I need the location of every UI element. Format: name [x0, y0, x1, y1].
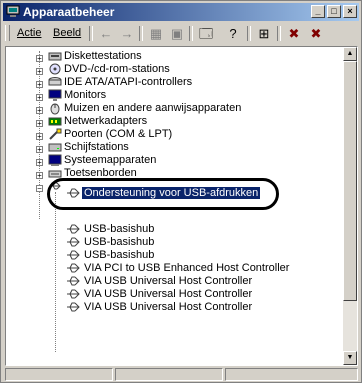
tree-item-dvd[interactable]: DVD-/cd-rom-stations [64, 63, 170, 75]
title-bar[interactable]: Apparaatbeheer _ □ × [3, 3, 359, 21]
tree-item-network[interactable]: Netwerkadapters [64, 115, 147, 127]
tree-item-via-enhanced-controller[interactable]: VIA PCI to USB Enhanced Host Controller [84, 262, 289, 274]
expand-toggle[interactable]: + [36, 172, 43, 180]
tree-child-line [55, 192, 56, 352]
disable-icon[interactable]: ✖ [307, 26, 325, 42]
tree-item-via-universal-controller[interactable]: VIA USB Universal Host Controller [84, 288, 252, 300]
status-panel [225, 368, 358, 381]
expand-toggle[interactable]: + [36, 120, 43, 128]
tree-item-disks[interactable]: Schijfstations [64, 141, 129, 153]
tree-item-via-universal-controller[interactable]: VIA USB Universal Host Controller [84, 301, 252, 313]
scroll-down-icon[interactable]: ▼ [343, 351, 357, 365]
device-manager-window: Apparaatbeheer _ □ × Actie Beeld ← → ▦ ▣… [0, 0, 362, 383]
usb-device-icon [67, 237, 80, 247]
view-icon[interactable]: ▣ [168, 26, 186, 42]
tree-item-usb-hub[interactable]: USB-basishub [84, 236, 154, 248]
tree-item-ide[interactable]: IDE ATA/ATAPI-controllers [64, 76, 192, 88]
status-panel [5, 368, 113, 381]
disk-drive-icon [48, 143, 62, 152]
menu-toolbar: Actie Beeld ← → ▦ ▣ 🗔 ? ⊞ ✖ ✖ [5, 23, 359, 43]
remove-icon[interactable]: ✖ [285, 26, 303, 42]
tree-item-usb-hub[interactable]: USB-basishub [84, 249, 154, 261]
usb-device-icon [67, 302, 80, 312]
tree-item-ports[interactable]: Poorten (COM & LPT) [64, 128, 172, 140]
usb-device-icon [67, 250, 80, 260]
minimize-button[interactable]: _ [311, 5, 325, 18]
maximize-button[interactable]: □ [327, 5, 341, 18]
toolbar-separator [247, 26, 251, 41]
system-device-icon [48, 154, 62, 166]
window-title: Apparaatbeheer [23, 5, 115, 19]
usb-device-icon [67, 289, 80, 299]
tree-item-diskettestations[interactable]: Diskettestations [64, 50, 142, 62]
expand-toggle[interactable]: + [36, 159, 43, 167]
close-button[interactable]: × [343, 5, 357, 18]
menu-beeld-label: Beeld [53, 27, 82, 39]
expand-toggle[interactable]: + [36, 133, 43, 141]
collapse-toggle[interactable]: − [36, 185, 43, 193]
expand-toggle[interactable]: + [36, 94, 43, 102]
toolbar-separator [277, 26, 281, 41]
forward-arrow-icon[interactable]: → [118, 26, 136, 42]
menu-beeld[interactable]: Beeld [53, 27, 81, 39]
status-panel [115, 368, 223, 381]
monitor-icon [48, 89, 62, 101]
toolbar-separator [139, 26, 143, 41]
tree-item-monitors[interactable]: Monitors [64, 89, 106, 101]
floppy-drive-icon [48, 52, 62, 61]
ide-controller-icon [48, 77, 62, 86]
mouse-icon [50, 103, 60, 115]
expand-toggle[interactable]: + [36, 55, 43, 63]
tree-item-mice[interactable]: Muizen en andere aanwijsapparaten [64, 102, 241, 114]
back-arrow-icon[interactable]: ← [97, 26, 115, 42]
network-adapter-icon [48, 117, 62, 126]
computer-management-icon [6, 5, 20, 17]
properties-icon[interactable]: ▦ [147, 26, 165, 42]
status-bar [5, 368, 359, 382]
toolbar-grip[interactable] [5, 25, 10, 41]
toolbar-separator [189, 26, 193, 41]
scroll-up-icon[interactable]: ▲ [343, 47, 357, 61]
highlight-ring [47, 178, 279, 210]
expand-toggle[interactable]: + [36, 68, 43, 76]
tree-item-usb-hub[interactable]: USB-basishub [84, 223, 154, 235]
expand-toggle[interactable]: + [36, 146, 43, 154]
toolbar-separator [89, 26, 93, 41]
menu-actie[interactable]: Actie [17, 27, 41, 39]
menu-actie-label: Actie [17, 27, 42, 39]
usb-device-icon [67, 276, 80, 286]
tree-item-via-universal-controller[interactable]: VIA USB Universal Host Controller [84, 275, 252, 287]
tree-item-system[interactable]: Systeemapparaten [64, 154, 156, 166]
scan-icon[interactable]: ⊞ [255, 26, 273, 42]
port-icon [49, 128, 62, 140]
usb-device-icon [67, 224, 80, 234]
scroll-thumb[interactable] [343, 61, 357, 301]
help-icon[interactable]: ? [224, 26, 242, 42]
expand-toggle[interactable]: + [36, 81, 43, 89]
vertical-scrollbar[interactable]: ▲ ▼ [343, 47, 357, 365]
device-props-icon[interactable]: 🗔 [197, 26, 215, 42]
expand-toggle[interactable]: + [36, 107, 43, 115]
dvd-drive-icon [49, 63, 61, 75]
usb-device-icon [67, 263, 80, 273]
